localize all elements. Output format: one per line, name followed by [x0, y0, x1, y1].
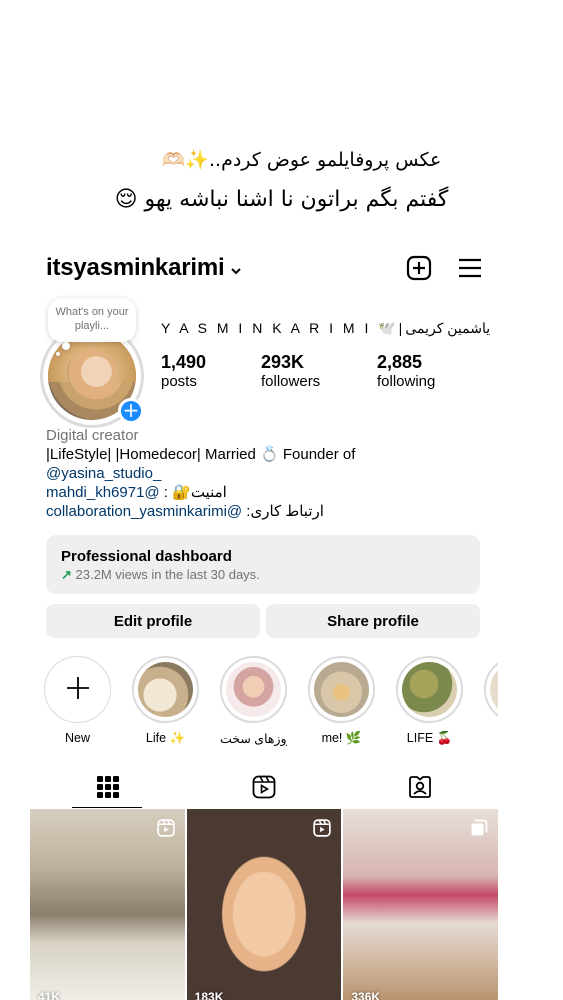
bio: Digital creator |LifeStyle| |Homedecor| …	[46, 426, 486, 521]
edit-profile-button[interactable]: Edit profile	[46, 604, 260, 638]
share-profile-button[interactable]: Share profile	[266, 604, 480, 638]
highlight-label: New	[64, 731, 90, 745]
highlight-item[interactable]: روزهای سخت...	[220, 656, 287, 746]
bio-line-4: collaboration_yasminkarimi@ :ارتباط کاری	[46, 502, 486, 521]
note-bubble[interactable]: What's on your playli...	[48, 298, 136, 342]
post-views: 41K	[38, 990, 61, 1000]
stat-value: 2,885	[377, 352, 423, 372]
dashboard-views: 23.2M views in the last 30 days.	[75, 567, 260, 582]
highlight-cover	[490, 662, 498, 717]
highlight-label: 3٤	[484, 731, 498, 746]
story-highlights: New Life ✨ روزهای سخت... me! 🌿 LIFE 🍒 3٤	[44, 656, 498, 746]
note-bubble-tail-small	[56, 352, 60, 356]
dashboard-title: Professional dashboard	[61, 548, 232, 565]
stat-label: posts	[161, 373, 197, 390]
highlight-cover	[402, 662, 457, 717]
trend-up-icon: ↗	[61, 567, 72, 582]
plus-icon	[66, 676, 90, 704]
tab-grid[interactable]	[30, 768, 186, 810]
bio-line-1: |LifeStyle| |Homedecor| Married 💍 Founde…	[46, 446, 356, 463]
grid-post[interactable]: 336K	[343, 809, 498, 1000]
grid-icon	[97, 776, 119, 802]
highlight-label: me! 🌿	[321, 731, 362, 745]
stat-followers[interactable]: 293K followers	[261, 352, 377, 390]
bio-collab-label: :ارتباط کاری	[242, 503, 324, 520]
dashboard-subtitle: ↗ 23.2M views in the last 30 days.	[61, 567, 465, 583]
caption-line-1: عکس پروفایلمو عوض کردم..✨🫶🏻	[161, 149, 442, 171]
highlight-item[interactable]: Life ✨	[132, 656, 199, 746]
reels-icon	[252, 775, 276, 803]
stat-value: 293K	[261, 352, 305, 372]
bio-security-label: : 🔐امنیت	[159, 484, 227, 501]
highlight-label: Life ✨	[145, 731, 186, 745]
profile-tabs	[30, 768, 498, 810]
add-story-plus-icon[interactable]: +	[118, 398, 144, 424]
stat-label: following	[377, 373, 436, 390]
highlight-cover	[314, 662, 369, 717]
carousel-indicator-icon	[470, 819, 488, 841]
note-bubble-tail	[62, 342, 70, 350]
bio-category: Digital creator	[46, 427, 139, 444]
bio-studio-link[interactable]: @yasina_studio_	[46, 464, 486, 483]
posts-grid: 41K 183K 336K	[30, 809, 498, 1000]
new-post-icon[interactable]	[406, 255, 432, 281]
username[interactable]: itsyasminkarimi	[46, 254, 225, 282]
post-views: 183K	[194, 990, 224, 1000]
highlight-item[interactable]: 3٤	[484, 656, 498, 746]
caption-line-2: گفتم بگم براتون نا اشنا نباشه یهو 😌	[114, 187, 449, 212]
highlight-item[interactable]: me! 🌿	[308, 656, 375, 746]
display-name: Y A S M I N K A R I M I 🕊️|یاشمین کریمی	[161, 320, 491, 336]
stat-value: 1,490	[161, 352, 207, 372]
top-bar: itsyasminkarimi	[46, 250, 482, 286]
stat-following[interactable]: 2,885 following	[377, 352, 467, 390]
menu-icon[interactable]	[458, 258, 482, 278]
chevron-down-icon[interactable]	[230, 262, 242, 275]
grid-post[interactable]: 41K	[30, 809, 185, 1000]
bio-collab-link[interactable]: collaboration_yasminkarimi@	[46, 503, 242, 520]
profile-screen: itsyasminkarimi + What's on your playli.…	[30, 232, 498, 1000]
post-views: 336K	[351, 990, 381, 1000]
highlight-item[interactable]: LIFE 🍒	[396, 656, 463, 746]
bio-security-link[interactable]: mahdi_kh6971@	[46, 484, 160, 501]
profile-actions: Edit profile Share profile	[46, 604, 480, 638]
professional-dashboard[interactable]: Professional dashboard ↗ 23.2M views in …	[46, 535, 480, 594]
tagged-icon	[408, 775, 432, 803]
highlight-label: LIFE 🍒	[406, 731, 453, 745]
tab-tagged[interactable]	[342, 768, 498, 810]
grid-post[interactable]: 183K	[186, 809, 342, 1000]
reel-indicator-icon	[156, 819, 175, 841]
reel-indicator-icon	[313, 819, 332, 841]
tab-reels[interactable]	[186, 768, 342, 810]
highlight-cover	[138, 662, 193, 717]
highlight-label: روزهای سخت...	[220, 732, 287, 746]
stat-posts[interactable]: 1,490 posts	[161, 352, 261, 390]
profile-stats: 1,490 posts 293K followers 2,885 followi…	[161, 352, 467, 390]
highlight-new[interactable]: New	[44, 656, 111, 746]
stat-label: followers	[261, 373, 321, 390]
bio-line-3: mahdi_kh6971@ : 🔐امنیت	[46, 483, 486, 502]
highlight-cover	[226, 662, 281, 717]
